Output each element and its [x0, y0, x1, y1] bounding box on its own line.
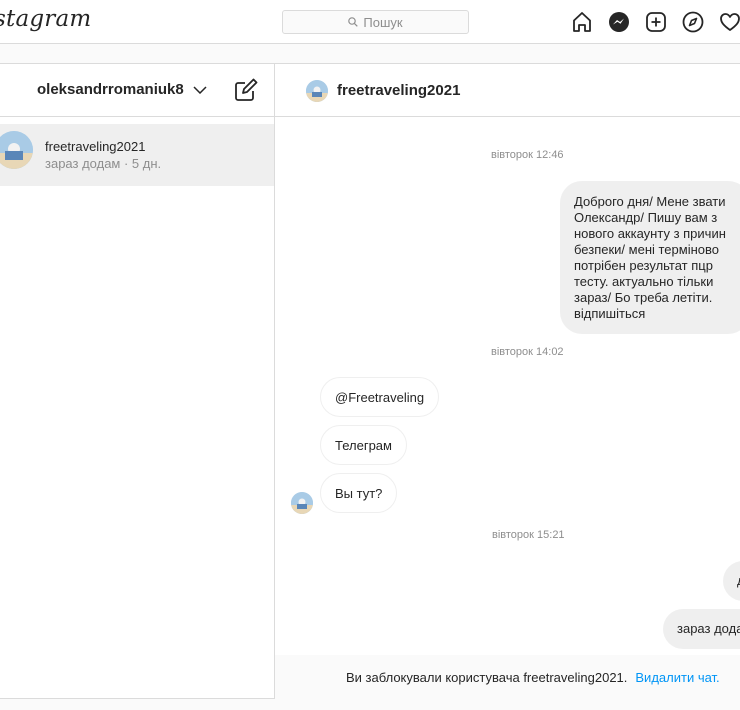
activity-heart-icon[interactable]	[718, 10, 740, 34]
conversation-preview: зараз додам · 5 дн.	[45, 156, 162, 171]
avatar	[291, 492, 313, 514]
incoming-message[interactable]: Телеграм	[320, 425, 407, 465]
avatar	[0, 131, 33, 169]
incoming-message[interactable]: Вы тут?	[320, 473, 398, 513]
incoming-message[interactable]: @Freetraveling	[320, 377, 440, 417]
search-placeholder: Пошук	[363, 14, 403, 30]
outgoing-message[interactable]: Доброго дня/ Мене звати Олександр/ Пишу …	[560, 181, 740, 334]
timestamp: вівторок 14:02	[491, 346, 564, 358]
blocked-text: Ви заблокували користувача freetraveling…	[346, 670, 628, 685]
delete-chat-link[interactable]: Видалити чат.	[635, 670, 719, 685]
avatar[interactable]	[306, 80, 328, 102]
messenger-icon[interactable]	[607, 10, 631, 34]
conversation-item[interactable]: freetraveling2021 зараз додам · 5 дн.	[0, 124, 274, 186]
direct-inbox-frame: oleksandrromaniuk8 freetraveling2021 зар…	[0, 63, 740, 699]
home-icon[interactable]	[570, 10, 594, 34]
account-switcher[interactable]: oleksandrromaniuk8	[37, 81, 207, 98]
chat-panel: freetraveling2021 вівторок 12:46 Доброго…	[275, 64, 740, 699]
top-navigation-bar: stagram Пошук	[0, 0, 740, 44]
new-post-icon[interactable]	[644, 10, 668, 34]
conversation-name: freetraveling2021	[45, 139, 146, 154]
blocked-notice: Ви заблокували користувача freetraveling…	[275, 655, 740, 699]
search-icon	[348, 17, 359, 27]
chevron-down-icon	[193, 85, 207, 94]
account-name: oleksandrromaniuk8	[37, 81, 184, 98]
instagram-logo[interactable]: stagram	[0, 6, 91, 32]
compose-icon	[235, 78, 258, 101]
new-message-button[interactable]	[234, 78, 258, 107]
chat-header: freetraveling2021	[275, 64, 740, 117]
chat-title[interactable]: freetraveling2021	[337, 82, 460, 99]
outgoing-message[interactable]: зараз додам	[663, 609, 740, 649]
nav-icons	[570, 10, 740, 34]
conversation-sidebar: oleksandrromaniuk8 freetraveling2021 зар…	[0, 64, 275, 698]
sidebar-header: oleksandrromaniuk8	[0, 64, 274, 117]
timestamp: вівторок 15:21	[492, 529, 565, 541]
outgoing-message[interactable]: до	[723, 561, 740, 601]
search-input[interactable]: Пошук	[282, 10, 469, 34]
explore-icon[interactable]	[681, 10, 705, 34]
timestamp: вівторок 12:46	[491, 149, 564, 161]
